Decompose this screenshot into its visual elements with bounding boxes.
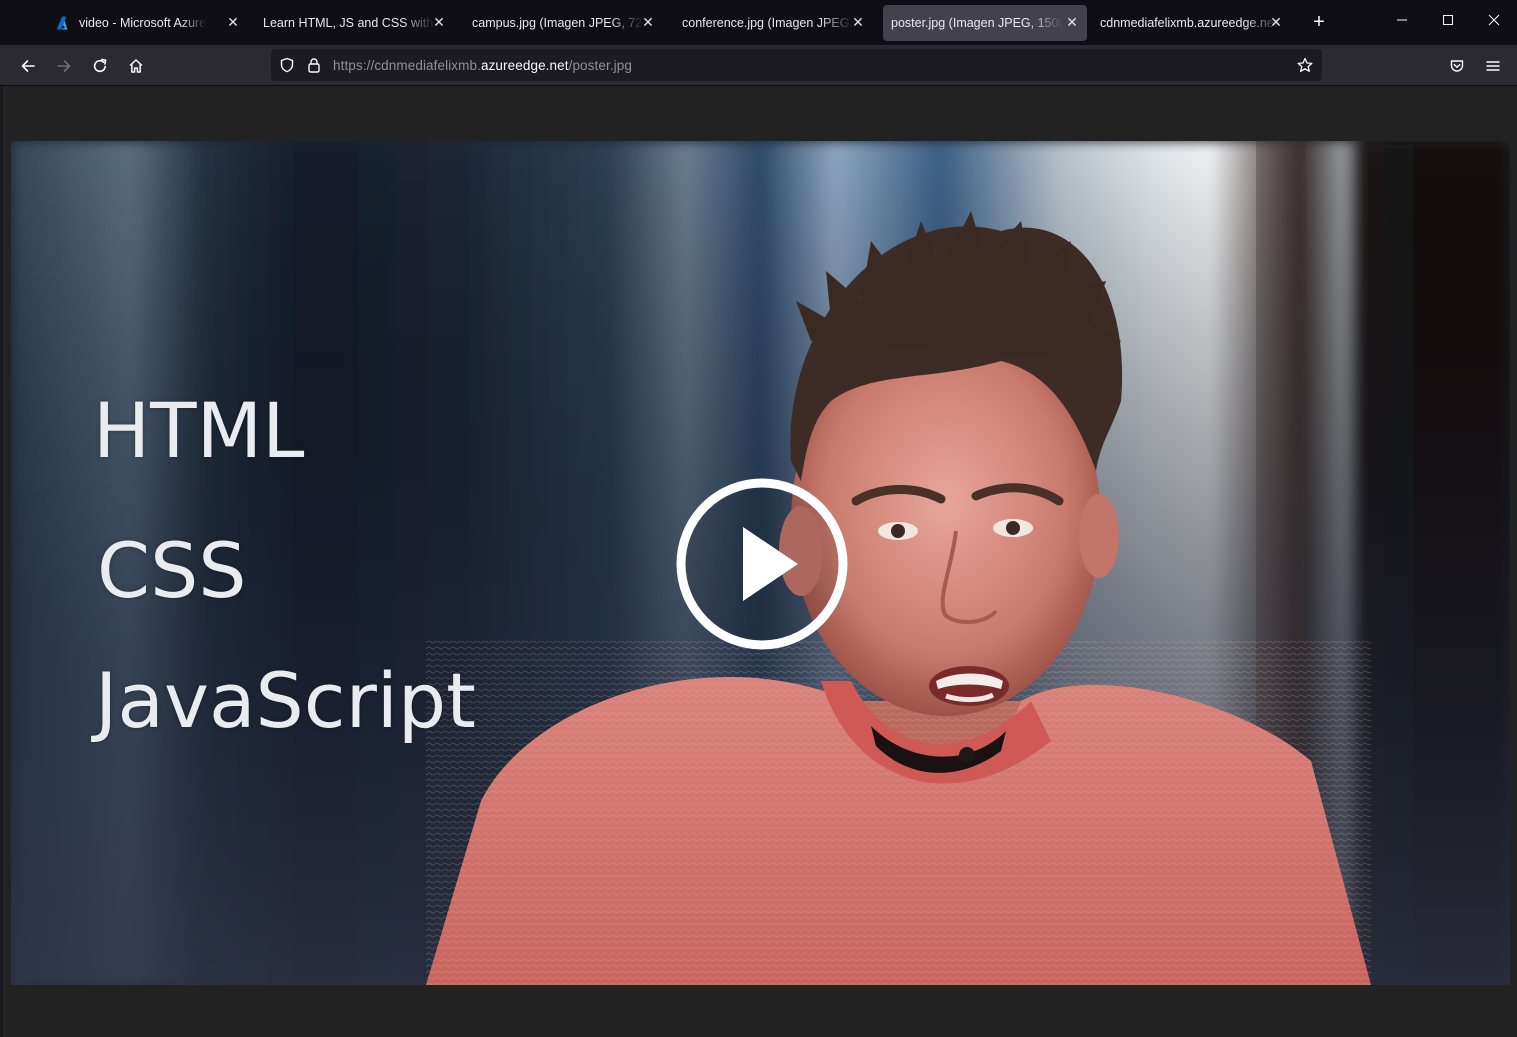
tab-title: conference.jpg (Imagen JPEG, 72: [682, 16, 854, 30]
tab-strip: video - Microsoft Azure ✕ Learn HTML, JS…: [0, 0, 1517, 45]
url-prefix: https://cdnmediafelixmb.: [333, 58, 481, 73]
new-tab-icon[interactable]: +: [1309, 12, 1329, 32]
tab-learn-html[interactable]: Learn HTML, JS and CSS with Mi ✕: [254, 5, 454, 41]
maximize-icon[interactable]: [1435, 10, 1461, 34]
pocket-icon[interactable]: [1444, 53, 1470, 79]
close-tab-icon[interactable]: ✕: [1269, 15, 1283, 29]
url-path: /poster.jpg: [568, 58, 632, 73]
tab-title: video - Microsoft Azure: [79, 16, 207, 30]
url-text[interactable]: https://cdnmediafelixmb.azureedge.net/po…: [333, 58, 632, 73]
close-tab-icon[interactable]: ✕: [432, 15, 446, 29]
reload-icon[interactable]: [87, 53, 113, 79]
tracking-protection-shield-icon[interactable]: [279, 57, 295, 78]
tab-cdnmedia[interactable]: cdnmediafelixmb.azureedge.net/ ✕: [1091, 5, 1291, 41]
close-tab-icon[interactable]: ✕: [851, 15, 865, 29]
tab-campus[interactable]: campus.jpg (Imagen JPEG, 720 × ✕: [463, 5, 663, 41]
minimize-icon[interactable]: [1389, 10, 1415, 34]
bookmark-star-icon[interactable]: [1297, 57, 1313, 78]
hamburger-menu-icon[interactable]: [1480, 53, 1506, 79]
poster-word-javascript: JavaScript: [95, 656, 476, 745]
forward-arrow-icon[interactable]: [51, 53, 77, 79]
close-tab-icon[interactable]: ✕: [226, 15, 240, 29]
tab-poster[interactable]: poster.jpg (Imagen JPEG, 1500 × ✕: [883, 5, 1087, 41]
poster-image[interactable]: HTML CSS JavaScript: [11, 141, 1510, 985]
close-tab-icon[interactable]: ✕: [1065, 15, 1079, 29]
poster-word-css: CSS: [97, 526, 247, 615]
poster-word-html: HTML: [93, 386, 305, 475]
back-arrow-icon[interactable]: [15, 53, 41, 79]
close-window-icon[interactable]: [1481, 10, 1507, 34]
tab-title: poster.jpg (Imagen JPEG, 1500 ×: [891, 16, 1063, 30]
azure-logo-icon: [56, 15, 72, 31]
home-icon[interactable]: [123, 53, 149, 79]
url-bar[interactable]: https://cdnmediafelixmb.azureedge.net/po…: [271, 49, 1322, 81]
tab-title: cdnmediafelixmb.azureedge.net/: [1100, 16, 1280, 30]
tab-video-azure[interactable]: video - Microsoft Azure ✕: [48, 5, 248, 41]
tab-conference[interactable]: conference.jpg (Imagen JPEG, 72 ✕: [673, 5, 873, 41]
window-edge: [0, 86, 5, 1037]
url-domain: azureedge.net: [480, 58, 569, 73]
lock-icon[interactable]: [307, 57, 321, 78]
navigation-toolbar: https://cdnmediafelixmb.azureedge.net/po…: [0, 45, 1517, 86]
close-tab-icon[interactable]: ✕: [641, 15, 655, 29]
play-circle-icon[interactable]: [673, 475, 851, 653]
tab-title: campus.jpg (Imagen JPEG, 720 ×: [472, 16, 644, 30]
tab-title: Learn HTML, JS and CSS with Mi: [263, 16, 435, 30]
